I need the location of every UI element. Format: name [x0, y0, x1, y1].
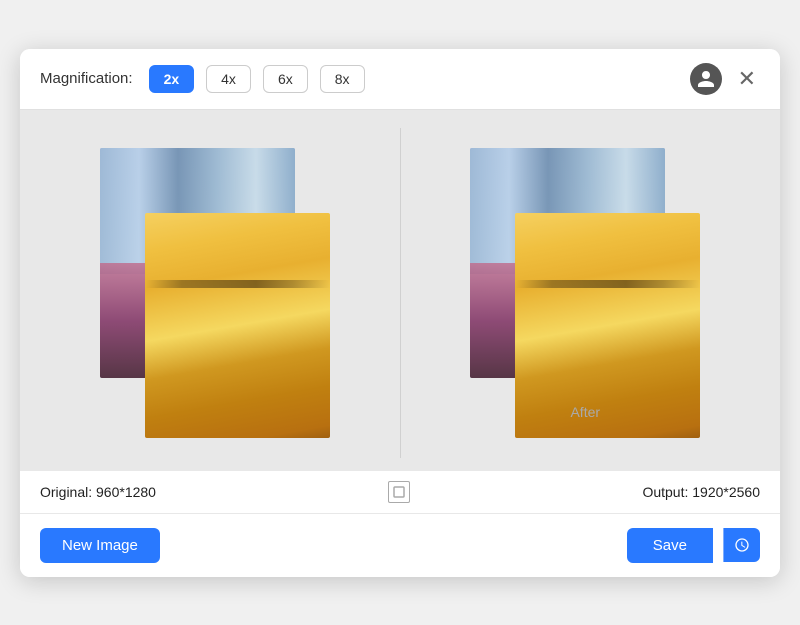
save-button[interactable]: Save	[627, 528, 713, 563]
original-image-stack	[100, 148, 330, 438]
output-image-front	[515, 213, 700, 438]
fullscreen-icon	[393, 486, 405, 498]
original-dimensions: Original: 960*1280	[40, 484, 156, 500]
panel-divider	[400, 128, 401, 458]
magnification-label: Magnification:	[40, 70, 133, 87]
close-button[interactable]: ✕	[734, 66, 760, 92]
output-image-stack	[470, 148, 700, 438]
golden-image-output	[515, 213, 700, 438]
clock-icon	[734, 537, 750, 553]
golden-image-original	[145, 213, 330, 438]
header: Magnification: 2x 4x 6x 8x ✕	[20, 49, 780, 110]
save-history-button[interactable]	[723, 528, 760, 562]
image-area: After	[20, 110, 780, 470]
footer: New Image Save	[20, 514, 780, 577]
user-icon	[696, 69, 716, 89]
new-image-button[interactable]: New Image	[40, 528, 160, 563]
fullscreen-button[interactable]	[388, 481, 410, 503]
after-label: After	[570, 404, 600, 420]
output-dimensions: Output: 1920*2560	[642, 484, 760, 500]
magnification-2x-button[interactable]: 2x	[149, 65, 195, 93]
magnification-6x-button[interactable]: 6x	[263, 65, 308, 93]
status-bar: Original: 960*1280 Output: 1920*2560	[20, 470, 780, 514]
magnification-4x-button[interactable]: 4x	[206, 65, 251, 93]
avatar[interactable]	[690, 63, 722, 95]
original-panel	[40, 128, 390, 458]
dialog: Magnification: 2x 4x 6x 8x ✕	[20, 49, 780, 577]
output-panel: After	[411, 128, 761, 458]
original-image-front	[145, 213, 330, 438]
magnification-8x-button[interactable]: 8x	[320, 65, 365, 93]
